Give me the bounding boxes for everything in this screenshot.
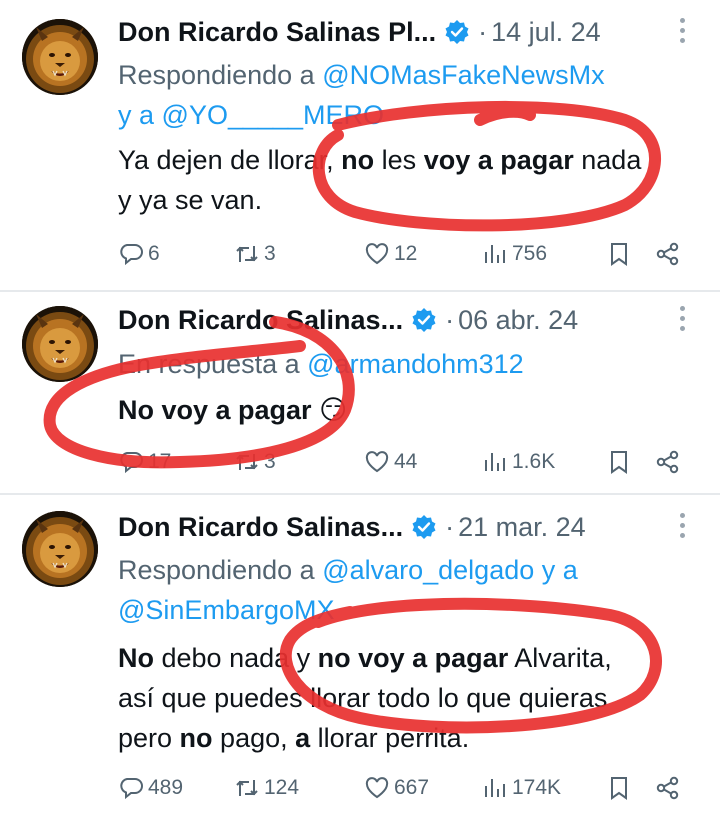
reply-icon [120, 244, 143, 266]
bookmark-button[interactable] [606, 773, 632, 803]
share-icon [656, 450, 679, 474]
views-button[interactable]: 1.6K [482, 447, 555, 477]
reply-button[interactable]: 6 [118, 239, 160, 269]
like-button[interactable]: 44 [364, 447, 417, 477]
retweet-button[interactable]: 3 [234, 239, 276, 269]
mention-link[interactable]: @YO_____MERO [162, 100, 385, 130]
tweet-1[interactable]: Don Ricardo Salinas Pl... · 14 jul. 24 Res… [0, 0, 720, 290]
mention-link[interactable]: @NOMasFakeNewsMx [322, 60, 604, 90]
verified-badge-icon [411, 514, 437, 540]
more-icon[interactable] [680, 18, 688, 48]
tweet-actions: 17 3 44 1.6K [118, 447, 720, 477]
bookmark-button[interactable] [606, 447, 632, 477]
retweet-button[interactable]: 3 [234, 447, 276, 477]
more-icon[interactable] [680, 306, 688, 336]
reply-context: Respondiendo a @alvaro_delgado y a [118, 555, 578, 585]
avatar[interactable] [22, 19, 98, 95]
like-button[interactable]: 667 [364, 773, 429, 803]
reply-context-line2: @SinEmbargoMX [118, 590, 335, 630]
share-icon [656, 776, 679, 800]
tweet-actions: 6 3 12 756 [118, 239, 720, 269]
share-button[interactable] [655, 773, 681, 803]
smirk-emoji: 😏 [319, 395, 348, 425]
reply-button[interactable]: 17 [118, 447, 171, 477]
views-button[interactable]: 756 [482, 239, 547, 269]
share-button[interactable] [655, 239, 681, 269]
author-name[interactable]: Don Ricardo Salinas... [118, 300, 403, 340]
views-icon [485, 245, 505, 263]
reply-context: En respuesta a @armandohm312 [118, 349, 524, 379]
like-icon [365, 451, 389, 473]
retweet-icon [236, 780, 258, 796]
tweet-date[interactable]: 21 mar. 24 [458, 512, 586, 542]
author-name[interactable]: Don Ricardo Salinas... [118, 507, 403, 547]
tweet-text: No debo nada y no voy a pagar Alvarita, … [118, 643, 612, 753]
tweet-date[interactable]: 14 jul. 24 [491, 17, 601, 47]
views-button[interactable]: 174K [482, 773, 561, 803]
reply-icon [120, 778, 143, 800]
like-button[interactable]: 12 [364, 239, 417, 269]
tweet-date[interactable]: 06 abr. 24 [458, 305, 578, 335]
bookmark-icon [611, 777, 627, 800]
share-icon [656, 242, 679, 266]
mention-link[interactable]: @armandohm312 [307, 349, 524, 379]
mention-link[interactable]: @alvaro_delgado [322, 555, 534, 585]
bookmark-icon [611, 451, 627, 474]
retweet-button[interactable]: 124 [234, 773, 299, 803]
tweet-actions: 489 124 667 174K [118, 773, 720, 803]
avatar[interactable] [22, 306, 98, 382]
reply-icon [120, 452, 143, 474]
avatar[interactable] [22, 511, 98, 587]
reply-context-line2: y a @YO_____MERO [118, 100, 385, 130]
retweet-icon [236, 246, 258, 262]
tweet-3[interactable]: Don Ricardo Salinas... · 21 mar. 24 Respon… [0, 495, 720, 827]
tweet-text: Ya dejen de llorar, no les voy a pagar n… [118, 145, 642, 215]
retweet-icon [236, 454, 258, 470]
like-icon [365, 243, 389, 265]
bookmark-icon [611, 243, 627, 266]
verified-badge-icon [444, 19, 470, 45]
like-icon [365, 777, 389, 799]
author-name[interactable]: Don Ricardo Salinas Pl... [118, 12, 436, 52]
more-icon[interactable] [680, 513, 688, 543]
reply-context: Respondiendo a @NOMasFakeNewsMx [118, 60, 605, 90]
reply-button[interactable]: 489 [118, 773, 183, 803]
views-icon [485, 779, 505, 797]
mention-link[interactable]: @SinEmbargoMX [118, 595, 335, 625]
bookmark-button[interactable] [606, 239, 632, 269]
share-button[interactable] [655, 447, 681, 477]
verified-badge-icon [411, 307, 437, 333]
tweet-text: No voy a pagar 😏 [118, 395, 348, 425]
views-icon [485, 453, 505, 471]
tweet-2[interactable]: Don Ricardo Salinas... · 06 abr. 24 En res… [0, 292, 720, 492]
